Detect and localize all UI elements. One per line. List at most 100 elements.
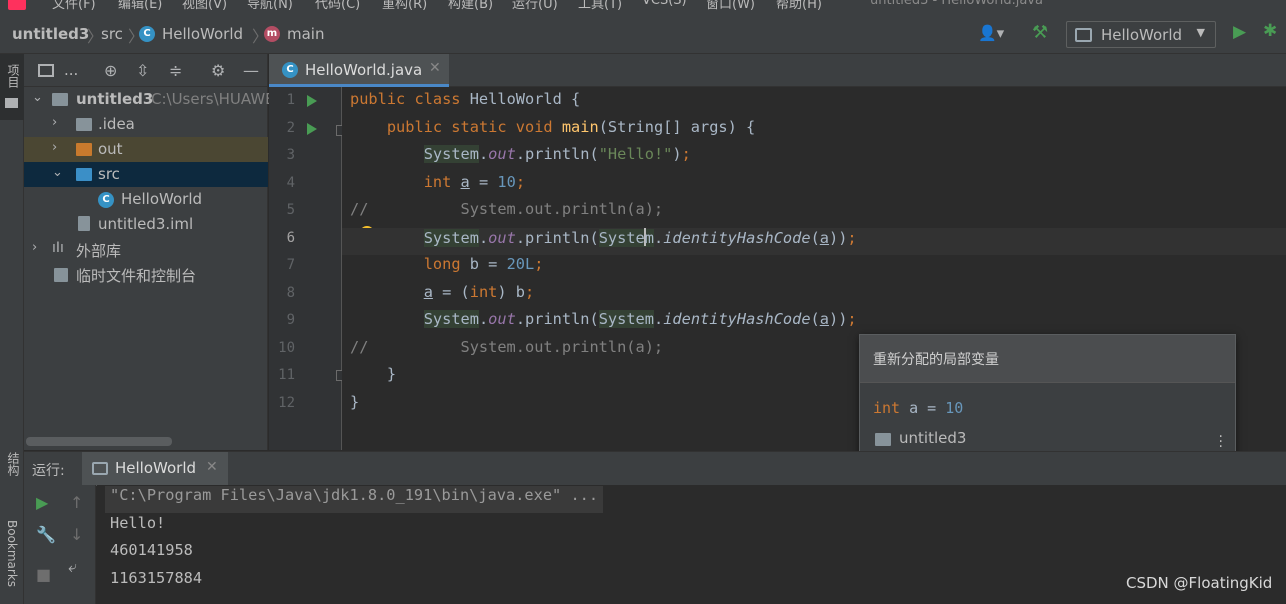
project-tool-tab[interactable]: 项目 [0,54,24,120]
application-config-icon [1075,28,1092,42]
method-icon: m [264,26,280,42]
module-folder-icon [52,93,68,106]
bookmarks-tab-label[interactable]: Bookmarks [5,520,19,587]
code-line: System.out.println("Hello!"); [423,145,691,163]
code-line: // System.out.println(a); [350,338,664,356]
line-number: 11 [278,367,295,383]
menu-vcs[interactable]: VCS(S) [642,0,687,8]
line-number: 5 [286,202,295,218]
code-line: public static void main(String[] args) { [386,118,756,136]
application-config-icon [92,462,108,475]
menu-help[interactable]: 帮助(H) [776,0,822,12]
menu-tools[interactable]: 工具(T) [578,0,622,12]
project-panel: ... ⊕ ⇳ ≑ ⚙ — ⌄ untitled3 C:\Users\HUAWE… [24,54,279,450]
line-number: 9 [286,312,295,328]
run-configuration-selector[interactable]: HelloWorld ▼ [1066,21,1216,48]
menu-view[interactable]: 视图(V) [182,0,227,12]
menu-edit[interactable]: 编辑(E) [118,0,162,12]
menu-code[interactable]: 代码(C) [315,0,360,12]
more-options-icon[interactable]: · · · [1219,430,1223,454]
tree-item-idea[interactable]: › .idea [24,112,268,137]
run-tab-label: HelloWorld [115,459,197,477]
tree-item-label: 临时文件和控制台 [76,267,197,285]
folder-icon [76,118,92,131]
tree-item-out[interactable]: › out [24,137,268,162]
run-tab-helloworld[interactable]: HelloWorld ✕ [82,452,228,486]
source-folder-icon [76,168,92,181]
tree-item-label: .idea [98,115,135,133]
line-number: 8 [286,285,295,301]
line-number: 6 [286,230,295,246]
popup-title: 重新分配的局部变量 [873,352,999,368]
run-gutter-icon[interactable] [307,123,317,135]
tree-item-scratches[interactable]: 临时文件和控制台 [24,262,268,287]
run-gutter-icon[interactable] [307,95,317,107]
line-number: 10 [278,340,295,356]
console-output[interactable]: "C:\Program Files\Java\jdk1.8.0_191\bin\… [97,485,1286,604]
close-icon[interactable]: ✕ [206,459,218,475]
arrow-down-icon[interactable]: ↓ [70,525,83,544]
run-configuration-name: HelloWorld [1101,26,1183,44]
class-icon: C [282,62,298,78]
hide-minus-icon[interactable]: — [243,61,259,80]
line-number: 12 [278,395,295,411]
chevron-right-icon: › [52,140,58,155]
tree-item-root[interactable]: ⌄ untitled3 C:\Users\HUAWEI [24,87,279,112]
project-view-icon[interactable] [38,64,54,77]
navigation-bar: untitled3 〉 src 〉 C HelloWorld 〉 m main … [0,14,1286,54]
menu-refactor[interactable]: 重构(R) [382,0,427,12]
code-line: } [350,393,360,411]
tree-item-external-libraries[interactable]: › ıIı 外部库 [24,237,268,262]
scratches-icon [54,268,68,282]
console-line: Hello! [110,514,166,532]
line-number: 3 [286,147,295,163]
folder-icon [5,98,18,108]
class-icon: C [139,26,155,42]
tree-item-label: HelloWorld [121,190,203,208]
menu-run[interactable]: 运行(U) [512,0,558,12]
menu-window[interactable]: 窗口(W) [706,0,755,12]
wrench-icon[interactable]: 🔧 [36,525,56,544]
code-line: a = (int) b; [423,283,535,301]
breadcrumb-project[interactable]: untitled3 [12,25,89,43]
project-view-title[interactable]: ... [64,61,78,79]
arrow-up-icon[interactable]: ↑ [70,493,83,512]
menu-file[interactable]: 文件(F) [52,0,96,12]
tree-item-iml[interactable]: untitled3.iml [24,212,268,237]
stop-icon[interactable]: ■ [36,565,51,584]
build-hammer-icon[interactable]: ⚒ [1032,22,1048,43]
tree-item-src[interactable]: ⌄ src [24,162,268,187]
locate-target-icon[interactable]: ⊕ [104,61,117,80]
menu-bar: 文件(F) 编辑(E) 视图(V) 导航(N) 代码(C) 重构(R) 构建(B… [0,0,1286,14]
breadcrumb-src[interactable]: src [101,25,123,43]
popup-project-link[interactable]: untitled3 [873,429,1193,449]
gear-icon[interactable]: ⚙ [211,61,225,80]
console-line: 1163157884 [110,569,203,587]
collapse-all-icon[interactable]: ≑ [169,61,182,80]
popup-header: 重新分配的局部变量 [860,335,1235,383]
popup-code: int a = 10 [873,399,963,417]
editor-gutter: 1 2 3 4 5 6 7 8 9 10 11 12 [269,87,346,450]
chevron-right-icon: › [32,240,38,255]
horizontal-scrollbar[interactable] [26,437,172,446]
window-title: untitled3 - HelloWorld.java [870,0,1043,8]
project-tab-label: 项目 [6,64,20,88]
run-icon[interactable]: ▶ [1233,22,1246,42]
left-tool-strip: 项目 结构 Bookmarks [0,54,24,604]
soft-wrap-icon[interactable]: ⤶ [68,557,77,577]
close-icon[interactable]: ✕ [429,60,441,76]
menu-build[interactable]: 构建(B) [448,0,493,12]
watermark: CSDN @FloatingKid [1126,574,1273,592]
expand-all-icon[interactable]: ⇳ [136,61,149,80]
debug-bug-icon[interactable]: ✱ [1263,21,1277,41]
tab-helloworld-java[interactable]: C HelloWorld.java ✕ [269,54,449,87]
chevron-down-icon: ⌄ [52,165,63,180]
structure-tab-label[interactable]: 结构 [5,452,22,476]
breadcrumb-class[interactable]: HelloWorld [162,25,243,43]
breadcrumb-method[interactable]: main [287,25,324,43]
rerun-icon[interactable]: ▶ [36,493,48,512]
user-account-icon[interactable]: 👤▾ [978,24,1004,42]
tree-item-label: out [98,140,123,158]
tree-item-helloworld[interactable]: C HelloWorld [24,187,268,212]
menu-navigate[interactable]: 导航(N) [247,0,293,12]
